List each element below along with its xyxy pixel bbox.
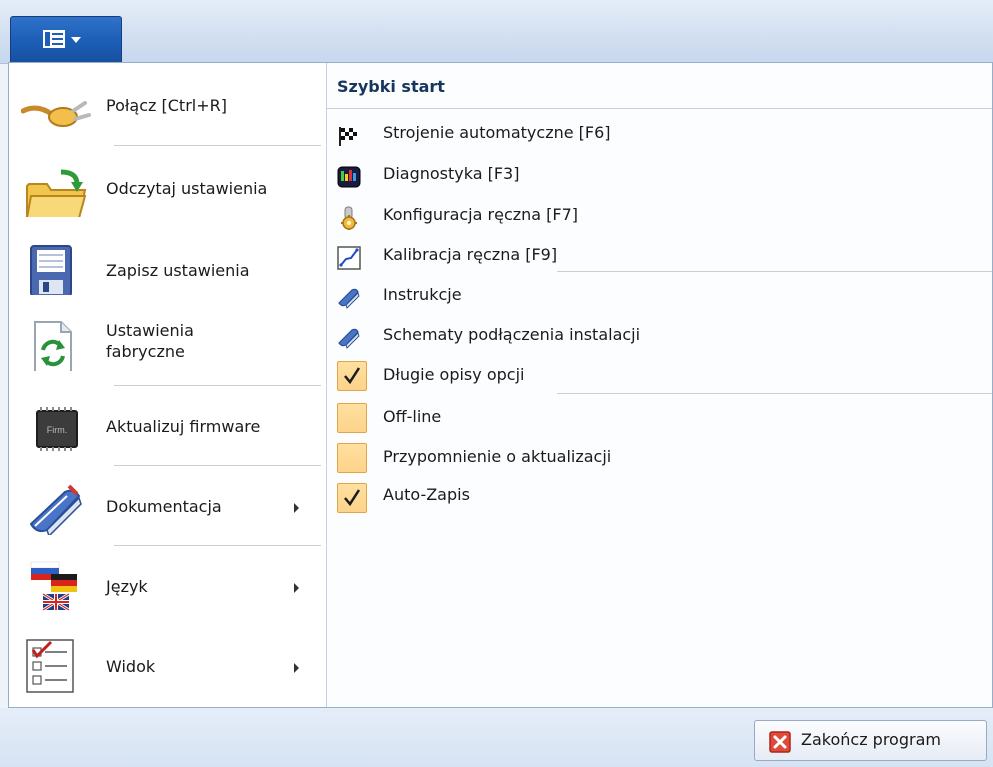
menu-footer: Zakończ program xyxy=(0,708,993,767)
flags-icon xyxy=(30,561,77,612)
menu-item-update-firmware[interactable]: Firm. Aktualizuj firmware xyxy=(9,395,326,459)
checklist-icon xyxy=(26,639,74,693)
quick-item-label: Strojenie automatyczne [F6] xyxy=(383,123,611,142)
quick-item-label: Schematy podłączenia instalacji xyxy=(383,325,641,344)
menu-item-label-line1: Ustawienia xyxy=(106,321,194,340)
quick-item-label: Konfiguracja ręczna [F7] xyxy=(383,205,579,224)
quick-item-label: Kalibracja ręczna [F9] xyxy=(383,245,558,264)
book-icon xyxy=(29,484,82,535)
submenu-arrow-icon xyxy=(294,663,299,673)
application-menu: Połącz [Ctrl+R] Odczytaj ustawienia Zapi… xyxy=(8,62,993,708)
quick-item-auto-save[interactable]: Auto-Zapis xyxy=(327,477,992,515)
long-descriptions-checkbox[interactable] xyxy=(337,361,367,391)
exit-program-button[interactable]: Zakończ program xyxy=(754,720,987,761)
quick-separator xyxy=(557,271,992,272)
quick-item-wiring-diagrams[interactable]: Schematy podłączenia instalacji xyxy=(327,317,992,355)
calibration-graph-icon xyxy=(337,246,361,270)
quick-item-instructions[interactable]: Instrukcje xyxy=(327,277,992,315)
menu-item-documentation[interactable]: Dokumentacja xyxy=(9,475,326,539)
left-menu-column: Połącz [Ctrl+R] Odczytaj ustawienia Zapi… xyxy=(9,63,326,707)
chevron-down-icon xyxy=(71,37,81,43)
quick-start-panel: Szybki start Strojenie automatyczne [F6] xyxy=(327,63,992,707)
submenu-arrow-icon xyxy=(294,583,299,593)
connect-plug-icon xyxy=(21,101,91,127)
application-menu-button[interactable] xyxy=(10,16,122,63)
quick-item-label: Długie opisy opcji xyxy=(383,365,525,384)
ribbon-bar xyxy=(0,0,993,64)
gear-icon xyxy=(341,206,357,230)
quick-item-long-descriptions[interactable]: Długie opisy opcji xyxy=(327,355,992,393)
exit-program-label: Zakończ program xyxy=(801,730,941,749)
menu-item-factory-settings[interactable]: Ustawienia fabryczne xyxy=(9,311,326,375)
menu-item-label: Połącz [Ctrl+R] xyxy=(106,96,227,115)
list-view-icon xyxy=(43,30,65,48)
factory-reset-icon xyxy=(34,321,72,371)
chip-icon: Firm. xyxy=(36,407,78,451)
quick-start-title: Szybki start xyxy=(337,77,445,96)
quick-item-manual-config[interactable]: Konfiguracja ręczna [F7] xyxy=(327,197,992,235)
offline-checkbox[interactable] xyxy=(337,403,367,433)
menu-item-label: Odczytaj ustawienia xyxy=(106,179,268,198)
menu-item-label-line2: fabryczne xyxy=(106,342,185,361)
open-folder-icon xyxy=(26,169,87,217)
menu-separator xyxy=(114,385,321,386)
quick-item-manual-calibration[interactable]: Kalibracja ręczna [F9] xyxy=(327,237,992,275)
menu-item-label: Aktualizuj firmware xyxy=(106,417,261,436)
menu-item-view[interactable]: Widok xyxy=(9,635,326,699)
menu-item-read-settings[interactable]: Odczytaj ustawienia xyxy=(9,157,326,221)
quick-item-diagnostics[interactable]: Diagnostyka [F3] xyxy=(327,156,992,194)
menu-item-label: Język xyxy=(106,577,148,596)
menu-item-save-settings[interactable]: Zapisz ustawienia xyxy=(9,239,326,303)
close-icon xyxy=(769,731,791,753)
quick-separator xyxy=(557,393,992,394)
quick-item-update-reminder[interactable]: Przypomnienie o aktualizacji xyxy=(327,437,992,475)
menu-item-connect[interactable]: Połącz [Ctrl+R] xyxy=(9,75,326,139)
book-icon xyxy=(338,328,360,349)
header-divider xyxy=(327,108,992,109)
menu-separator xyxy=(114,545,321,546)
menu-item-label: Widok xyxy=(106,657,156,676)
quick-start-header: Szybki start xyxy=(327,63,992,107)
auto-save-checkbox[interactable] xyxy=(337,483,367,513)
checkmark-icon xyxy=(344,367,361,385)
book-icon xyxy=(338,288,360,309)
quick-item-label: Auto-Zapis xyxy=(383,485,470,504)
quick-item-label: Instrukcje xyxy=(383,285,462,304)
update-reminder-checkbox[interactable] xyxy=(337,443,367,473)
quick-item-label: Off-line xyxy=(383,407,442,426)
checkered-flag-icon xyxy=(339,127,357,146)
quick-item-auto-tuning[interactable]: Strojenie automatyczne [F6] xyxy=(327,115,992,153)
chip-label: Firm. xyxy=(47,425,68,435)
submenu-arrow-icon xyxy=(294,503,299,513)
quick-item-label: Przypomnienie o aktualizacji xyxy=(383,447,612,466)
menu-item-language[interactable]: Język xyxy=(9,555,326,619)
menu-item-label: Zapisz ustawienia xyxy=(106,261,250,280)
diagnostics-icon xyxy=(337,166,361,188)
floppy-disk-icon xyxy=(30,245,72,295)
menu-item-label: Dokumentacja xyxy=(106,497,222,516)
menu-separator xyxy=(114,145,321,146)
quick-item-offline[interactable]: Off-line xyxy=(327,397,992,435)
checkmark-icon xyxy=(344,489,361,507)
quick-item-label: Diagnostyka [F3] xyxy=(383,164,520,183)
menu-separator xyxy=(114,465,321,466)
